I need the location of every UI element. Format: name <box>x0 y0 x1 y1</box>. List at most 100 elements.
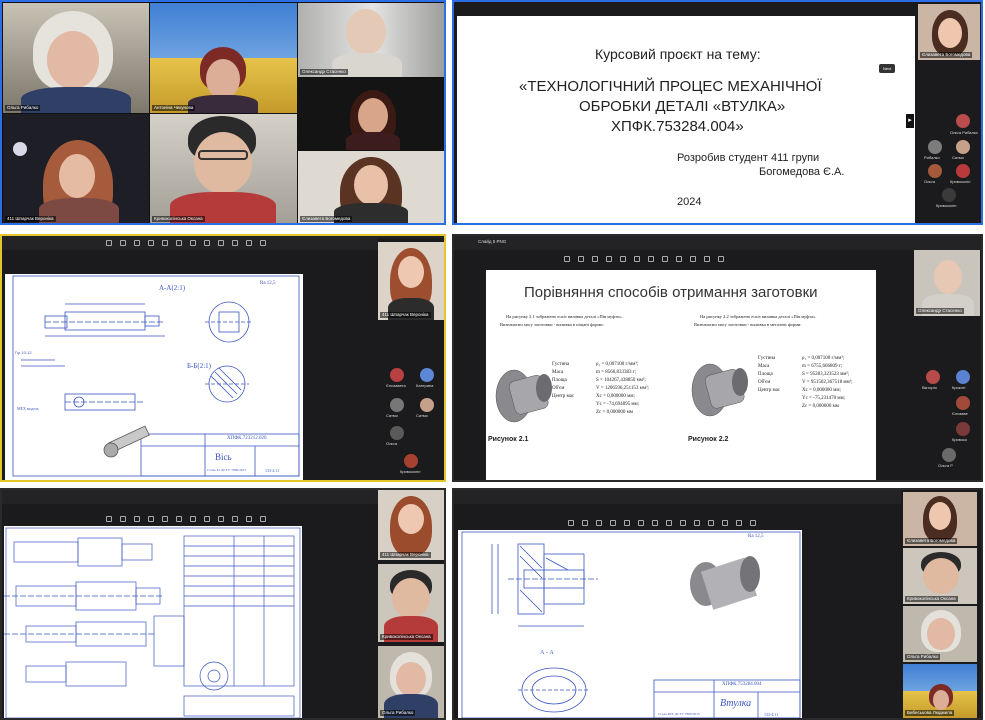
toolbar-icon[interactable] <box>176 240 182 246</box>
participant-tile[interactable]: 411 Шпарчак Вероніка <box>3 114 149 223</box>
avatar[interactable] <box>942 448 956 462</box>
cad-drawing-sheet <box>4 526 302 718</box>
toolbar-icon[interactable] <box>620 256 626 262</box>
participant-tile[interactable] <box>298 78 444 150</box>
toolbar-icon[interactable] <box>666 520 672 526</box>
screen-share-panel[interactable]: Ra 12,5 А - А ХПФК.753284.004 Втулка Ста… <box>452 488 983 720</box>
avatar[interactable] <box>956 370 970 384</box>
avatar[interactable] <box>404 454 418 468</box>
toolbar-icon[interactable] <box>606 256 612 262</box>
toolbar-icon[interactable] <box>694 520 700 526</box>
toolbar-icon[interactable] <box>176 516 182 522</box>
toolbar-icon[interactable] <box>120 240 126 246</box>
toolbar-icon[interactable] <box>162 516 168 522</box>
avatar[interactable] <box>390 426 404 440</box>
participant-tile[interactable]: 411 Шпарчак Вероніка <box>378 242 444 320</box>
toolbar-icon[interactable] <box>662 256 668 262</box>
toolbar-icon[interactable] <box>190 516 196 522</box>
participant-name: Рибалко <box>924 155 940 160</box>
cad-drawing <box>461 531 801 718</box>
avatar[interactable] <box>420 398 434 412</box>
toolbar-icon[interactable] <box>596 520 602 526</box>
property-value: ρ₁ = 0,007100 г/мм³; <box>802 356 845 361</box>
toolbar-icon[interactable] <box>568 520 574 526</box>
toolbar-icon[interactable] <box>592 256 598 262</box>
toolbar-icon[interactable] <box>718 256 724 262</box>
toolbar-icon[interactable] <box>610 520 616 526</box>
toolbar-icon[interactable] <box>582 520 588 526</box>
slide-next-arrow[interactable]: ▸ <box>906 114 914 128</box>
toolbar-icon[interactable] <box>106 516 112 522</box>
participant-tile[interactable]: Антоніна Чекунова <box>150 3 297 113</box>
title-block-code: ХПФК.753284.004 <box>722 682 762 687</box>
cad-drawing <box>4 527 301 718</box>
avatar[interactable] <box>390 368 404 382</box>
participant-tile[interactable]: Ольга Рибалко <box>3 3 149 113</box>
toolbar-icon[interactable] <box>148 240 154 246</box>
toolbar-icon[interactable] <box>578 256 584 262</box>
toolbar-icon[interactable] <box>260 516 266 522</box>
participant-tile[interactable]: Кривоколінська Оксана <box>150 114 297 223</box>
toolbar-icon[interactable] <box>148 516 154 522</box>
toolbar-icon[interactable] <box>634 256 640 262</box>
participant-name: Кривоколінська Оксана <box>380 634 433 640</box>
toolbar-icon[interactable] <box>260 240 266 246</box>
toolbar-icon[interactable] <box>204 240 210 246</box>
participant-tile[interactable]: Бибеськова Людмила <box>903 664 977 718</box>
participant-tile[interactable]: Єлизавета Богомедова <box>903 492 977 546</box>
toolbar-icon[interactable] <box>134 516 140 522</box>
toolbar-icon[interactable] <box>232 240 238 246</box>
toolbar-icon[interactable] <box>218 516 224 522</box>
toolbar-icon[interactable] <box>232 516 238 522</box>
avatar[interactable] <box>956 114 970 128</box>
avatar[interactable] <box>928 140 942 154</box>
toolbar-icon[interactable] <box>218 240 224 246</box>
toolbar-icon[interactable] <box>638 520 644 526</box>
participant-tile[interactable]: Кривоколінська Оксана <box>903 548 977 604</box>
participant-tile[interactable]: 411 Шпарчак Вероніка <box>378 490 444 560</box>
toolbar-icon[interactable] <box>750 520 756 526</box>
avatar[interactable] <box>926 370 940 384</box>
avatar[interactable] <box>390 398 404 412</box>
toolbar-icon[interactable] <box>624 520 630 526</box>
screen-share-panel[interactable]: Слайд 5 PNG Порівняння способів отриманн… <box>452 234 983 482</box>
avatar[interactable] <box>942 188 956 202</box>
avatar[interactable] <box>928 164 942 178</box>
toolbar-icon[interactable] <box>246 516 252 522</box>
avatar[interactable] <box>956 422 970 436</box>
screen-share-panel[interactable]: Гір 10-12 А-А(2:1) Б-Б(2:1) Ra 12,5 МЕХ … <box>0 234 446 482</box>
avatar[interactable] <box>420 368 434 382</box>
participant-tile[interactable]: Ольга Рибалко <box>903 606 977 662</box>
toolbar-icon[interactable] <box>190 240 196 246</box>
toolbar-icon[interactable] <box>106 240 112 246</box>
avatar[interactable] <box>956 396 970 410</box>
avatar[interactable] <box>956 140 970 154</box>
toolbar-icon[interactable] <box>652 520 658 526</box>
participant-tile[interactable]: Олександр Стасенко <box>298 3 444 77</box>
participant-tile[interactable]: Олександр Стасенко <box>914 250 980 316</box>
toolbar-icon[interactable] <box>162 240 168 246</box>
toolbar-icon[interactable] <box>708 520 714 526</box>
screen-share-panel[interactable]: Курсовий проєкт на тему: «ТЕХНОЛОГІЧНИЙ … <box>452 0 983 225</box>
toolbar-icon[interactable] <box>246 240 252 246</box>
video-gallery-panel[interactable]: Ольга Рибалко Антоніна Чекунова Олександ… <box>0 0 446 225</box>
participant-tile[interactable]: Єлизавета Богомедова <box>298 151 444 223</box>
toolbar-icon[interactable] <box>676 256 682 262</box>
toolbar-icon[interactable] <box>648 256 654 262</box>
toolbar-icon[interactable] <box>134 240 140 246</box>
participant-tile[interactable]: Кривоколінська Оксана <box>378 564 444 642</box>
next-button[interactable]: Next <box>879 64 896 73</box>
avatar[interactable] <box>956 164 970 178</box>
toolbar-icon[interactable] <box>704 256 710 262</box>
participant-tile[interactable]: Ольга Рибалко <box>378 646 444 718</box>
toolbar-icon[interactable] <box>690 256 696 262</box>
toolbar-icon[interactable] <box>204 516 210 522</box>
screen-share-panel[interactable]: 411 Шпарчак Вероніка Кривоколінська Окса… <box>0 488 446 720</box>
participant-tile[interactable]: Єлизавета Богомедова <box>918 4 980 60</box>
toolbar-icon[interactable] <box>120 516 126 522</box>
toolbar-icon[interactable] <box>736 520 742 526</box>
participant-name: Катерина <box>416 383 434 388</box>
toolbar-icon[interactable] <box>564 256 570 262</box>
toolbar-icon[interactable] <box>722 520 728 526</box>
toolbar-icon[interactable] <box>680 520 686 526</box>
